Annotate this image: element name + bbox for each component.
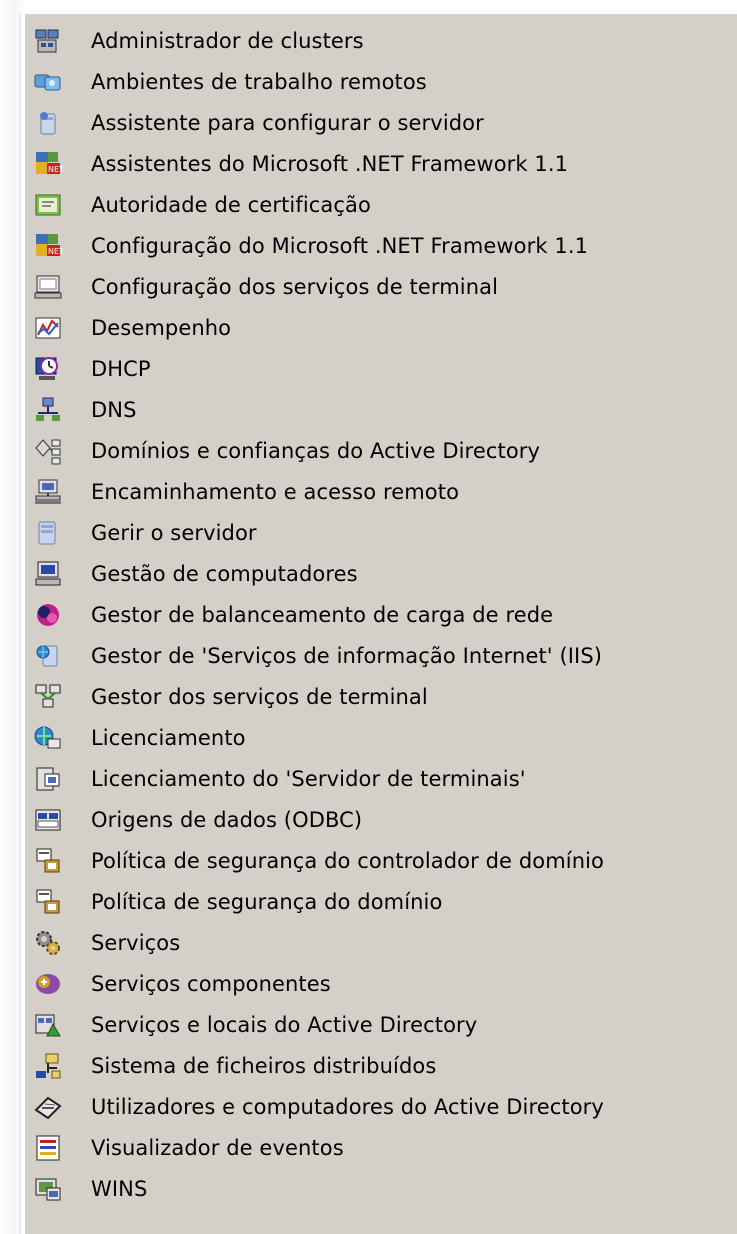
menu-item-dotnet-wizards[interactable]: NET Assistentes do Microsoft .NET Framew…	[25, 143, 737, 184]
menu-item-label: Gestor de 'Serviços de informação Intern…	[91, 643, 603, 668]
menu-item-label: Encaminhamento e acesso remoto	[91, 479, 460, 504]
menu-item-certification-authority[interactable]: Autoridade de certificação	[25, 184, 737, 225]
menu-item-label: WINS	[91, 1176, 148, 1201]
ad-users-computers-icon	[33, 1092, 63, 1122]
menu-item-domain-security-policy[interactable]: Política de segurança do domínio	[25, 881, 737, 922]
menu-item-dotnet-configuration[interactable]: NET Configuração do Microsoft .NET Frame…	[25, 225, 737, 266]
menu-item-label: Desempenho	[91, 315, 232, 340]
menu-item-dns[interactable]: DNS	[25, 389, 737, 430]
menu-item-label: Licenciamento do 'Servidor de terminais'	[91, 766, 526, 791]
menu-item-terminal-server-licensing[interactable]: Licenciamento do 'Servidor de terminais'	[25, 758, 737, 799]
menu-item-dc-security-policy[interactable]: Política de segurança do controlador de …	[25, 840, 737, 881]
menu-item-remote-desktops[interactable]: Ambientes de trabalho remotos	[25, 61, 737, 102]
dc-security-policy-icon	[33, 846, 63, 876]
routing-remote-access-icon	[33, 477, 63, 507]
menu-item-performance[interactable]: Desempenho	[25, 307, 737, 348]
menu-item-label: Serviços e locais do Active Directory	[91, 1012, 478, 1037]
menu-item-iis-manager[interactable]: Gestor de 'Serviços de informação Intern…	[25, 635, 737, 676]
menu-item-routing-remote-access[interactable]: Encaminhamento e acesso remoto	[25, 471, 737, 512]
menu-item-label: Assistente para configurar o servidor	[91, 110, 484, 135]
terminal-services-manager-icon	[33, 682, 63, 712]
menu-item-label: Domínios e confianças do Active Director…	[91, 438, 541, 463]
menu-item-label: Licenciamento	[91, 725, 246, 750]
ad-sites-services-icon	[33, 1010, 63, 1040]
certification-authority-icon	[33, 190, 63, 220]
menu-item-terminal-services-manager[interactable]: Gestor dos serviços de terminal	[25, 676, 737, 717]
menu-item-ad-users-computers[interactable]: Utilizadores e computadores do Active Di…	[25, 1086, 737, 1127]
licensing-icon	[33, 723, 63, 753]
dotnet-wizards-icon: NET	[33, 149, 63, 179]
menu-item-label: Gestor de balanceamento de carga de rede	[91, 602, 554, 627]
menu-item-services[interactable]: Serviços	[25, 922, 737, 963]
menu-item-label: Configuração do Microsoft .NET Framework…	[91, 233, 589, 258]
administrative-tools-menu: Administrador de clusters Ambientes de t…	[25, 14, 737, 1234]
menu-item-label: Assistentes do Microsoft .NET Framework …	[91, 151, 569, 176]
menu-item-computer-management[interactable]: Gestão de computadores	[25, 553, 737, 594]
ad-domains-trusts-icon	[33, 436, 63, 466]
configure-server-wizard-icon	[33, 108, 63, 138]
menu-item-label: DHCP	[91, 356, 151, 381]
menu-item-label: Configuração dos serviços de terminal	[91, 274, 499, 299]
menu-item-label: Visualizador de eventos	[91, 1135, 344, 1160]
menu-item-manage-server[interactable]: Gerir o servidor	[25, 512, 737, 553]
iis-manager-icon	[33, 641, 63, 671]
menu-item-dfs[interactable]: Sistema de ficheiros distribuídos	[25, 1045, 737, 1086]
menu-item-label: Administrador de clusters	[91, 28, 364, 53]
svg-text:NET: NET	[48, 247, 63, 256]
terminal-services-config-icon	[33, 272, 63, 302]
wins-icon	[33, 1174, 63, 1204]
menu-item-label: Gestor dos serviços de terminal	[91, 684, 428, 709]
event-viewer-icon	[33, 1133, 63, 1163]
menu-item-label: Gestão de computadores	[91, 561, 358, 586]
menu-item-component-services[interactable]: Serviços componentes	[25, 963, 737, 1004]
menu-item-network-load-balancing[interactable]: Gestor de balanceamento de carga de rede	[25, 594, 737, 635]
menu-item-dhcp[interactable]: DHCP	[25, 348, 737, 389]
menu-item-label: Sistema de ficheiros distribuídos	[91, 1053, 437, 1078]
odbc-data-sources-icon	[33, 805, 63, 835]
component-services-icon	[33, 969, 63, 999]
dhcp-icon	[33, 354, 63, 384]
menu-item-label: Política de segurança do domínio	[91, 889, 443, 914]
dfs-icon	[33, 1051, 63, 1081]
menu-item-label: DNS	[91, 397, 137, 422]
dotnet-configuration-icon: NET	[33, 231, 63, 261]
menu-item-event-viewer[interactable]: Visualizador de eventos	[25, 1127, 737, 1168]
menu-item-odbc-data-sources[interactable]: Origens de dados (ODBC)	[25, 799, 737, 840]
manage-server-icon	[33, 518, 63, 548]
menu-item-ad-domains-trusts[interactable]: Domínios e confianças do Active Director…	[25, 430, 737, 471]
menu-left-edge	[19, 14, 21, 1234]
menu-item-label: Ambientes de trabalho remotos	[91, 69, 427, 94]
terminal-server-licensing-icon	[33, 764, 63, 794]
performance-icon	[33, 313, 63, 343]
domain-security-policy-icon	[33, 887, 63, 917]
menu-item-label: Origens de dados (ODBC)	[91, 807, 363, 832]
menu-item-label: Autoridade de certificação	[91, 192, 371, 217]
menu-item-wins[interactable]: WINS	[25, 1168, 737, 1209]
menu-item-cluster-administrator[interactable]: Administrador de clusters	[25, 20, 737, 61]
menu-item-label: Política de segurança do controlador de …	[91, 848, 605, 873]
network-load-balancing-icon	[33, 600, 63, 630]
menu-item-label: Serviços	[91, 930, 181, 955]
cluster-admin-icon	[33, 26, 63, 56]
menu-item-configure-server-wizard[interactable]: Assistente para configurar o servidor	[25, 102, 737, 143]
menu-item-label: Gerir o servidor	[91, 520, 257, 545]
menu-item-terminal-services-config[interactable]: Configuração dos serviços de terminal	[25, 266, 737, 307]
menu-item-label: Utilizadores e computadores do Active Di…	[91, 1094, 604, 1119]
svg-text:NET: NET	[48, 165, 63, 174]
remote-desktops-icon	[33, 67, 63, 97]
menu-item-licensing[interactable]: Licenciamento	[25, 717, 737, 758]
computer-management-icon	[33, 559, 63, 589]
services-icon	[33, 928, 63, 958]
dns-icon	[33, 395, 63, 425]
menu-item-label: Serviços componentes	[91, 971, 331, 996]
menu-item-ad-sites-services[interactable]: Serviços e locais do Active Directory	[25, 1004, 737, 1045]
